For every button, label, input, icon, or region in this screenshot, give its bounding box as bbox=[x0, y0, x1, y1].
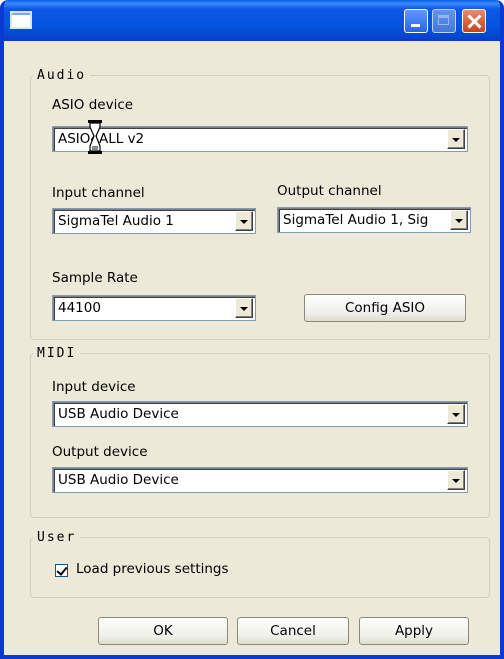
sample-rate-label: Sample Rate bbox=[52, 270, 138, 286]
settings-dialog: Audio ASIO device ASIO4ALL v2 Input chan… bbox=[0, 0, 504, 659]
output-channel-label: Output channel bbox=[277, 183, 382, 199]
chevron-down-icon[interactable] bbox=[447, 404, 465, 424]
chevron-down-icon[interactable] bbox=[447, 470, 465, 490]
midi-output-label: Output device bbox=[52, 444, 148, 460]
input-channel-value: SigmaTel Audio 1 bbox=[58, 213, 174, 229]
hourglass-cursor-icon bbox=[88, 120, 102, 154]
window-icon bbox=[10, 11, 32, 29]
input-channel-label: Input channel bbox=[52, 185, 145, 201]
close-icon[interactable] bbox=[462, 9, 486, 33]
maximize-icon bbox=[432, 9, 456, 33]
user-legend: User bbox=[37, 530, 77, 545]
sample-rate-value: 44100 bbox=[58, 300, 101, 316]
midi-input-select[interactable]: USB Audio Device bbox=[52, 401, 468, 427]
asio-device-label: ASIO device bbox=[52, 97, 134, 113]
load-previous-checkbox[interactable] bbox=[55, 564, 68, 577]
output-channel-value: SigmaTel Audio 1, Sig bbox=[283, 212, 429, 228]
apply-button[interactable]: Apply bbox=[359, 617, 469, 645]
ok-button[interactable]: OK bbox=[98, 617, 228, 645]
asio-device-select[interactable]: ASIO4ALL v2 bbox=[52, 126, 468, 152]
input-channel-select[interactable]: SigmaTel Audio 1 bbox=[52, 208, 256, 234]
asio-device-value: ASIO4ALL v2 bbox=[58, 131, 145, 147]
title-bar[interactable] bbox=[4, 0, 500, 41]
midi-output-select[interactable]: USB Audio Device bbox=[52, 467, 468, 493]
audio-legend: Audio bbox=[37, 68, 87, 83]
sample-rate-select[interactable]: 44100 bbox=[52, 295, 256, 321]
chevron-down-icon[interactable] bbox=[235, 211, 253, 231]
midi-output-value: USB Audio Device bbox=[58, 472, 179, 488]
chevron-down-icon[interactable] bbox=[450, 210, 468, 230]
midi-legend: MIDI bbox=[37, 346, 77, 361]
midi-input-label: Input device bbox=[52, 379, 136, 395]
chevron-down-icon[interactable] bbox=[235, 298, 253, 318]
output-channel-select[interactable]: SigmaTel Audio 1, Sig bbox=[277, 207, 471, 233]
load-previous-label[interactable]: Load previous settings bbox=[76, 561, 229, 577]
cancel-button[interactable]: Cancel bbox=[237, 617, 349, 645]
config-asio-button[interactable]: Config ASIO bbox=[304, 294, 466, 322]
midi-input-value: USB Audio Device bbox=[58, 406, 179, 422]
chevron-down-icon[interactable] bbox=[447, 129, 465, 149]
minimize-icon[interactable] bbox=[404, 9, 428, 33]
